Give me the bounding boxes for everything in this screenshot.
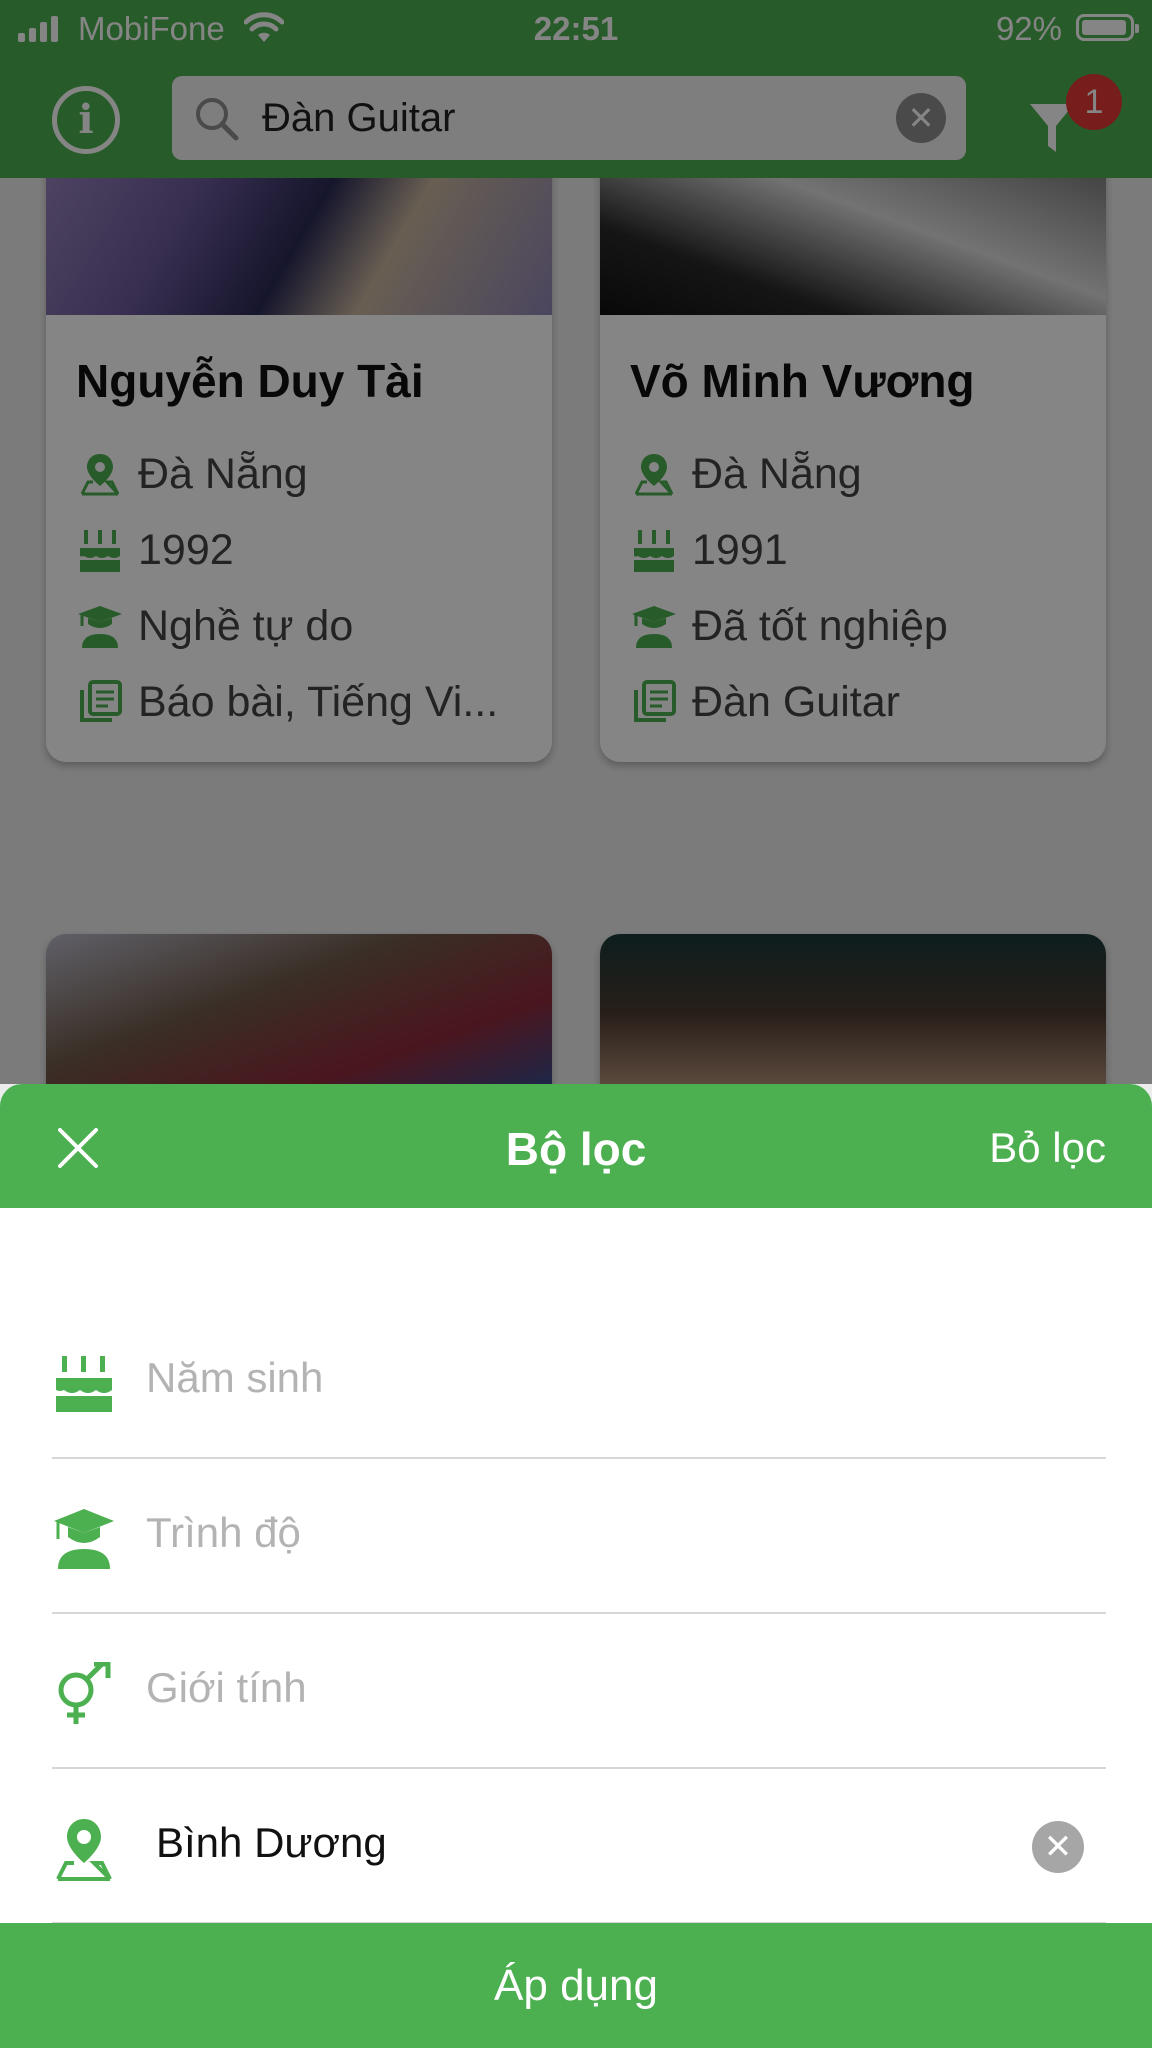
location-pin-icon: [56, 1819, 112, 1881]
birth-year-placeholder: Năm sinh: [146, 1354, 324, 1401]
birth-year-field[interactable]: Năm sinh: [52, 1304, 1106, 1459]
clear-filter-button[interactable]: Bỏ lọc: [989, 1124, 1106, 1172]
location-value: Bình Dương: [156, 1819, 387, 1866]
filter-sheet: Bộ lọc Bỏ lọc Năm sinh Trình độ Giới tín…: [0, 1084, 1152, 2048]
apply-button[interactable]: Áp dụng: [0, 1923, 1152, 2048]
modal-backdrop[interactable]: [0, 0, 1152, 1084]
graduate-icon: [54, 1509, 114, 1569]
education-level-placeholder: Trình độ: [146, 1509, 301, 1556]
gender-icon: [58, 1662, 111, 1724]
gender-field[interactable]: Giới tính: [52, 1614, 1106, 1769]
filter-sheet-title: Bộ lọc: [505, 1123, 647, 1175]
education-level-field[interactable]: Trình độ: [52, 1459, 1106, 1614]
filter-sheet-header: Bộ lọc Bỏ lọc: [0, 1084, 1152, 1208]
location-field[interactable]: Bình Dương ✕: [52, 1769, 1106, 1924]
location-clear-button[interactable]: ✕: [1032, 1821, 1084, 1873]
birthday-cake-icon: [56, 1356, 112, 1412]
close-icon[interactable]: [56, 1126, 100, 1170]
gender-placeholder: Giới tính: [146, 1664, 307, 1711]
